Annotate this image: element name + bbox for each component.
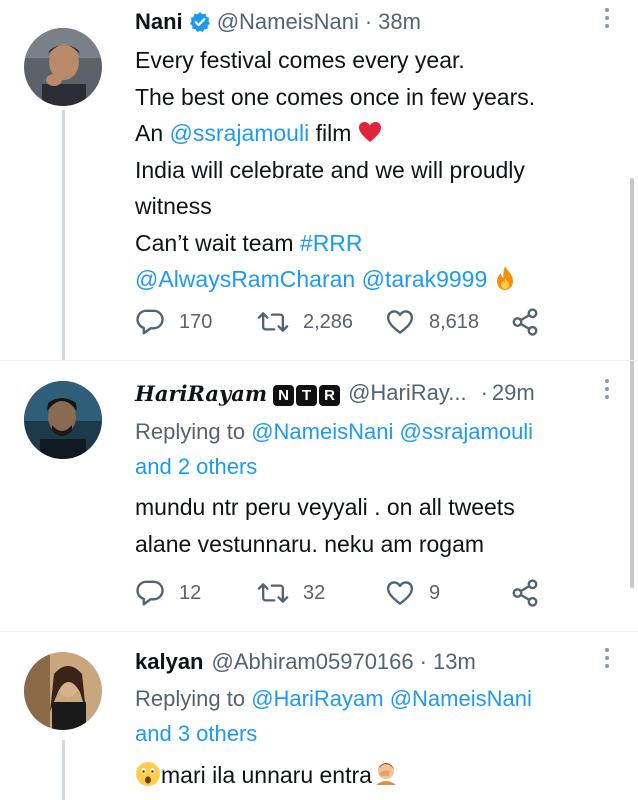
text-segment: Can’t wait team xyxy=(135,229,300,256)
retweet-button[interactable]: 32 xyxy=(257,576,325,610)
tweet-nani[interactable]: Nani @NameisNani · 38m Every festival co… xyxy=(0,0,638,360)
separator-dot: · xyxy=(419,649,427,674)
mention-link[interactable]: @tarak9999 xyxy=(362,266,488,292)
name-badge: R xyxy=(319,385,341,406)
name-badges: NTR xyxy=(273,380,342,406)
text-segment: film xyxy=(309,120,358,146)
tweet-line: Every festival comes every year. xyxy=(135,47,465,73)
reply-button[interactable]: 12 xyxy=(135,576,201,610)
retweet-count: 2,286 xyxy=(303,310,354,333)
tweet-line: mundu ntr peru veyyali . on all tweets xyxy=(135,494,515,520)
tweet-kalyan[interactable]: kalyan @Abhiram05970166 · 13m Replying t… xyxy=(0,632,638,800)
like-button[interactable]: 9 xyxy=(385,576,440,610)
tweet-text: mari ila unnaru entra xyxy=(135,757,400,794)
mention-link[interactable]: @AlwaysRamCharan xyxy=(135,266,355,292)
avatar-kalyan[interactable] xyxy=(24,652,102,730)
like-icon xyxy=(386,310,414,334)
mention-link[interactable]: @ssrajamouli xyxy=(170,120,310,146)
facepalm-emoji-icon xyxy=(375,763,396,785)
share-icon xyxy=(512,308,538,336)
replying-label: Replying to xyxy=(135,686,246,711)
others-link[interactable]: and 3 others xyxy=(135,721,257,746)
tweet-line: alane vestunnaru. neku am rogam xyxy=(135,530,485,557)
like-count: 9 xyxy=(429,581,441,604)
others-link[interactable]: and 2 others xyxy=(135,454,257,479)
display-name[interactable]: kalyan xyxy=(135,649,204,675)
thread-line xyxy=(62,740,65,800)
tweet-header: Nani @NameisNani · 38m xyxy=(135,5,421,39)
handle[interactable]: @Abhiram05970166 xyxy=(212,649,414,675)
display-name[interactable]: Nani xyxy=(135,9,183,35)
share-button[interactable] xyxy=(510,576,540,610)
tweet-line: mari ila unnaru entra xyxy=(135,757,400,794)
handle[interactable]: @HariRay... xyxy=(348,380,467,406)
like-count: 8,618 xyxy=(429,310,480,333)
more-icon[interactable] xyxy=(604,648,610,672)
tweet-actions: 170 2,286 8,618 xyxy=(135,305,555,339)
tweet-harirayam[interactable]: HariRayam NTR @HariRay... · 29m Replying… xyxy=(0,361,638,631)
timestamp[interactable]: 38m xyxy=(378,9,421,35)
replying-to: Replying to @HariRayam @NameisNani and 3… xyxy=(135,681,532,751)
thread-line xyxy=(62,110,65,360)
fire-emoji-icon xyxy=(496,266,513,290)
hashtag-link[interactable]: #RRR xyxy=(300,230,363,256)
share-icon xyxy=(512,579,538,607)
tweet-line: An @ssrajamouli film xyxy=(135,115,535,152)
mention-link[interactable]: @NameisNani xyxy=(390,686,532,711)
avatar-harirayam[interactable] xyxy=(24,381,102,459)
handle[interactable]: @NameisNani xyxy=(217,9,359,35)
separator-dot: · xyxy=(480,380,488,405)
like-icon xyxy=(386,581,414,605)
timestamp[interactable]: 13m xyxy=(433,649,476,675)
astonished-emoji-icon xyxy=(136,762,160,786)
name-badge: N xyxy=(273,385,295,406)
tweet-text: mundu ntr peru veyyali . on all tweets a… xyxy=(135,489,515,562)
tweet-line: Can’t wait team #RRR xyxy=(135,225,535,262)
replying-label: Replying to xyxy=(135,419,246,444)
replying-to: Replying to @NameisNani @ssrajamouli and… xyxy=(135,414,533,484)
reply-count: 170 xyxy=(179,310,213,333)
display-name[interactable]: HariRayam xyxy=(135,381,267,406)
tweet-line: @AlwaysRamCharan @tarak9999 xyxy=(135,261,535,298)
heart-emoji-icon xyxy=(358,122,381,142)
tweet-header: HariRayam NTR @HariRay... · 29m xyxy=(135,376,535,410)
separator-dot: · xyxy=(364,9,373,34)
text-segment: mari ila unnaru entra xyxy=(161,762,372,788)
tweet-header: kalyan @Abhiram05970166 · 13m xyxy=(135,645,476,679)
mention-link[interactable]: @HariRayam xyxy=(251,686,383,711)
avatar-nani[interactable] xyxy=(24,28,102,106)
retweet-icon xyxy=(257,312,289,332)
more-icon[interactable] xyxy=(604,379,610,403)
verified-icon xyxy=(189,12,210,32)
tweet-line: witness xyxy=(135,193,212,219)
more-icon[interactable] xyxy=(604,8,610,32)
retweet-button[interactable]: 2,286 xyxy=(257,305,353,339)
retweet-count: 32 xyxy=(303,581,326,604)
retweet-icon xyxy=(257,583,289,603)
reply-count: 12 xyxy=(179,581,202,604)
mention-link[interactable]: @ssrajamouli xyxy=(399,419,533,444)
timestamp[interactable]: 29m xyxy=(492,380,535,406)
reply-icon xyxy=(136,580,164,606)
like-button[interactable]: 8,618 xyxy=(385,305,479,339)
reply-icon xyxy=(136,309,164,335)
name-badge: T xyxy=(296,385,318,406)
tweet-line: India will celebrate and we will proudly xyxy=(135,156,525,183)
text-segment: An xyxy=(135,120,170,146)
tweet-actions: 12 32 9 xyxy=(135,576,555,610)
tweet-text: Every festival comes every year. The bes… xyxy=(135,42,535,298)
mention-link[interactable]: @NameisNani xyxy=(251,419,393,444)
tweet-line: The best one comes once in few years. xyxy=(135,83,536,110)
share-button[interactable] xyxy=(510,305,540,339)
reply-button[interactable]: 170 xyxy=(135,305,212,339)
